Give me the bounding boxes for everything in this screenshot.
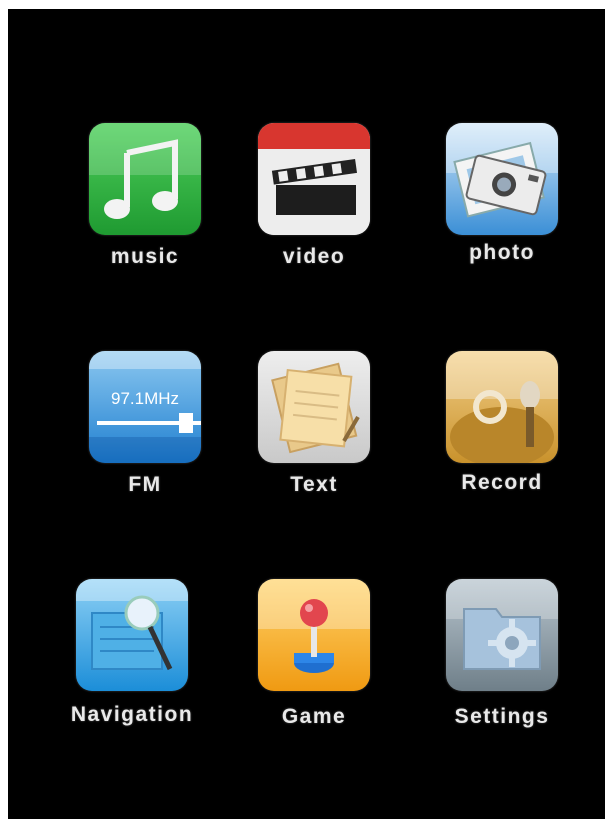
map-magnifier-icon [76, 579, 188, 691]
app-video[interactable]: video [224, 123, 404, 269]
app-text[interactable]: Text [224, 351, 404, 497]
app-label: Settings [454, 705, 550, 728]
app-label: Record [461, 471, 543, 494]
app-label: music [110, 245, 180, 268]
app-label: Game [281, 705, 347, 728]
app-settings[interactable]: Settings [412, 579, 592, 729]
fm-frequency-display: 97.1MHz [110, 389, 180, 408]
app-label: video [282, 245, 346, 268]
app-label: Navigation [70, 703, 194, 726]
app-photo[interactable]: photo [412, 123, 592, 265]
app-navigation[interactable]: Navigation [42, 579, 222, 727]
microphone-icon [446, 351, 558, 463]
app-game[interactable]: Game [224, 579, 404, 729]
camera-photo-icon [446, 123, 558, 235]
app-record[interactable]: Record [412, 351, 592, 495]
app-music[interactable]: music [55, 123, 235, 269]
home-screen: music video photo 97.1MHz FM Text Record… [8, 9, 605, 819]
gear-folder-icon [446, 579, 558, 691]
radio-tuner-icon: 97.1MHz [89, 351, 201, 463]
notes-document-icon [258, 351, 370, 463]
clapperboard-icon [258, 123, 370, 235]
joystick-icon [258, 579, 370, 691]
music-note-icon [89, 123, 201, 235]
app-label: FM [128, 473, 162, 496]
app-label: Text [290, 473, 338, 496]
app-label: photo [469, 241, 535, 264]
app-fm[interactable]: 97.1MHz FM [55, 351, 235, 497]
